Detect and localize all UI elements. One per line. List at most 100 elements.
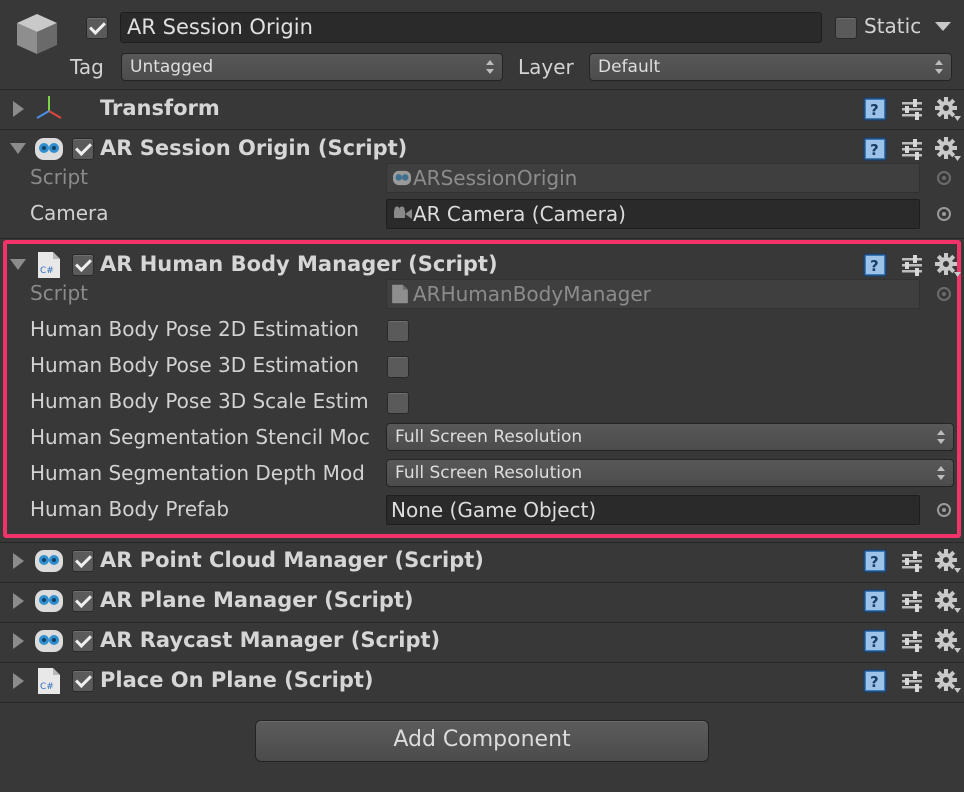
help-book-icon[interactable]: ? xyxy=(862,628,888,654)
human-body-enabled-checkbox[interactable] xyxy=(72,254,94,276)
session-origin-foldout-arrow[interactable] xyxy=(10,143,26,154)
tag-value: Untagged xyxy=(130,57,214,77)
human-body-foldout-arrow[interactable] xyxy=(10,259,26,270)
gear-icon[interactable] xyxy=(934,252,961,278)
depth-mode-dropdown[interactable]: Full Screen Resolution xyxy=(386,459,954,487)
human-body-script-field: ARHumanBodyManager xyxy=(386,279,920,309)
gear-icon[interactable] xyxy=(934,96,961,122)
pose3d-checkbox[interactable] xyxy=(387,356,409,378)
dropdown-arrows-icon xyxy=(935,58,943,76)
layer-dropdown[interactable]: Default xyxy=(589,53,952,81)
stencil-mode-value: Full Screen Resolution xyxy=(395,427,583,447)
preset-sliders-icon[interactable] xyxy=(899,628,925,654)
point-cloud-title[interactable]: AR Point Cloud Manager (Script) xyxy=(100,548,484,572)
preset-sliders-icon[interactable] xyxy=(899,548,925,574)
ar-script-icon xyxy=(35,550,63,572)
tag-label: Tag xyxy=(70,55,104,79)
raycast-enabled-checkbox[interactable] xyxy=(72,630,94,652)
help-book-icon[interactable]: ? xyxy=(862,136,888,162)
ar-script-icon xyxy=(35,138,63,160)
place-on-plane-title[interactable]: Place On Plane (Script) xyxy=(100,668,374,692)
session-origin-script-label: Script xyxy=(30,165,89,189)
game-object-cube-icon xyxy=(17,14,57,54)
tag-dropdown[interactable]: Untagged xyxy=(121,53,503,81)
pose3d-scale-checkbox[interactable] xyxy=(387,392,409,414)
static-dropdown-chevron-icon[interactable] xyxy=(935,22,951,31)
svg-text:?: ? xyxy=(870,553,879,571)
camera-icon xyxy=(394,206,412,219)
svg-text:?: ? xyxy=(870,141,879,159)
object-picker-icon[interactable] xyxy=(937,503,951,517)
human-body-script-value: ARHumanBodyManager xyxy=(413,282,651,306)
session-origin-title[interactable]: AR Session Origin (Script) xyxy=(100,136,407,160)
pose2d-checkbox[interactable] xyxy=(387,320,409,342)
plane-enabled-checkbox[interactable] xyxy=(72,590,94,612)
preset-sliders-icon[interactable] xyxy=(899,96,925,122)
session-origin-script-field: ARSessionOrigin xyxy=(386,163,920,193)
gear-icon[interactable] xyxy=(934,628,961,654)
dropdown-arrows-icon xyxy=(937,428,945,446)
object-picker-icon xyxy=(937,171,951,185)
pose3d-scale-label: Human Body Pose 3D Scale Estim xyxy=(30,389,369,413)
place-on-plane-enabled-checkbox[interactable] xyxy=(72,670,94,692)
camera-label: Camera xyxy=(30,201,109,225)
gear-icon[interactable] xyxy=(934,588,961,614)
plane-foldout-arrow[interactable] xyxy=(13,593,24,609)
ar-script-icon xyxy=(35,630,63,652)
help-book-icon[interactable]: ? xyxy=(862,96,888,122)
gear-icon[interactable] xyxy=(934,668,961,694)
csharp-script-icon: C# xyxy=(38,668,60,694)
dropdown-arrows-icon xyxy=(486,58,494,76)
plane-title[interactable]: AR Plane Manager (Script) xyxy=(100,588,414,612)
active-checkbox[interactable] xyxy=(86,17,108,39)
preset-sliders-icon[interactable] xyxy=(899,668,925,694)
point-cloud-enabled-checkbox[interactable] xyxy=(72,550,94,572)
ar-script-icon xyxy=(35,590,63,612)
add-component-button[interactable]: Add Component xyxy=(255,720,709,762)
csharp-script-icon: C# xyxy=(38,252,60,278)
prefab-field[interactable]: None (Game Object) xyxy=(386,495,920,525)
ar-script-icon xyxy=(393,170,411,186)
preset-sliders-icon[interactable] xyxy=(899,588,925,614)
layer-label: Layer xyxy=(518,55,574,79)
raycast-title[interactable]: AR Raycast Manager (Script) xyxy=(100,628,440,652)
object-picker-icon[interactable] xyxy=(937,207,951,221)
session-origin-script-value: ARSessionOrigin xyxy=(413,166,578,190)
place-on-plane-foldout-arrow[interactable] xyxy=(13,673,24,689)
point-cloud-foldout-arrow[interactable] xyxy=(13,553,24,569)
raycast-foldout-arrow[interactable] xyxy=(13,633,24,649)
stencil-mode-label: Human Segmentation Stencil Moc xyxy=(30,425,370,449)
depth-mode-value: Full Screen Resolution xyxy=(395,463,583,483)
help-book-icon[interactable]: ? xyxy=(862,588,888,614)
gear-icon[interactable] xyxy=(934,136,961,162)
csharp-text: C# xyxy=(40,682,54,692)
stencil-mode-dropdown[interactable]: Full Screen Resolution xyxy=(386,423,954,451)
help-book-icon[interactable]: ? xyxy=(862,668,888,694)
static-checkbox[interactable] xyxy=(835,17,857,39)
prefab-label: Human Body Prefab xyxy=(30,497,230,521)
preset-sliders-icon[interactable] xyxy=(899,252,925,278)
svg-text:?: ? xyxy=(870,101,879,119)
human-body-title[interactable]: AR Human Body Manager (Script) xyxy=(100,252,498,276)
camera-field[interactable]: AR Camera (Camera) xyxy=(386,199,920,229)
help-book-icon[interactable]: ? xyxy=(862,252,888,278)
svg-text:?: ? xyxy=(870,633,879,651)
object-name-field[interactable]: AR Session Origin xyxy=(120,12,822,43)
help-book-icon[interactable]: ? xyxy=(862,548,888,574)
session-origin-enabled-checkbox[interactable] xyxy=(72,138,94,160)
layer-value: Default xyxy=(598,57,661,77)
transform-title[interactable]: Transform xyxy=(100,96,220,120)
pose3d-label: Human Body Pose 3D Estimation xyxy=(30,353,359,377)
csharp-script-icon xyxy=(392,284,408,304)
svg-text:?: ? xyxy=(870,673,879,691)
pose2d-label: Human Body Pose 2D Estimation xyxy=(30,317,359,341)
svg-text:?: ? xyxy=(870,257,879,275)
csharp-text: C# xyxy=(40,266,54,276)
dropdown-arrows-icon xyxy=(937,464,945,482)
svg-text:?: ? xyxy=(870,593,879,611)
preset-sliders-icon[interactable] xyxy=(899,136,925,162)
transform-axes-icon xyxy=(36,96,62,119)
depth-mode-label: Human Segmentation Depth Mod xyxy=(30,461,365,485)
transform-foldout-arrow[interactable] xyxy=(13,101,24,117)
gear-icon[interactable] xyxy=(934,548,961,574)
